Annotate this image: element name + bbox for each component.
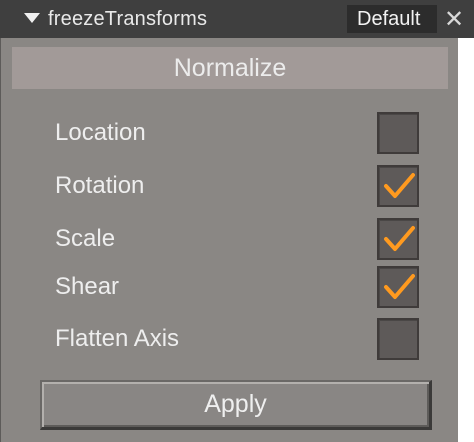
apply-button[interactable]: Apply [40, 380, 432, 430]
panel-title: freezeTransforms [48, 8, 208, 30]
option-row-shear: Shear [0, 266, 458, 312]
option-label: Rotation [55, 172, 145, 199]
location-checkbox[interactable] [377, 112, 419, 154]
rotation-checkbox[interactable] [377, 165, 419, 207]
shear-checkbox[interactable] [377, 266, 419, 308]
option-label: Flatten Axis [55, 325, 180, 352]
checkmark-icon [384, 274, 415, 299]
option-row-scale: Scale [0, 218, 458, 264]
titlebar: freezeTransforms Default ✕ [0, 0, 474, 38]
checkmark-icon [384, 226, 415, 251]
section-header[interactable]: Normalize [12, 47, 448, 89]
option-label: Location [55, 119, 146, 146]
option-row-flatten-axis: Flatten Axis [0, 318, 458, 364]
preset-dropdown[interactable]: Default [347, 5, 437, 33]
option-label: Scale [55, 225, 116, 252]
option-row-rotation: Rotation [0, 165, 458, 211]
scale-checkbox[interactable] [377, 218, 419, 260]
option-row-location: Location [0, 112, 458, 158]
checkmark-icon [384, 173, 415, 198]
option-label: Shear [55, 273, 120, 300]
flatten-axis-checkbox[interactable] [377, 318, 419, 360]
close-icon[interactable]: ✕ [444, 5, 474, 33]
collapse-triangle-icon[interactable] [24, 13, 40, 23]
